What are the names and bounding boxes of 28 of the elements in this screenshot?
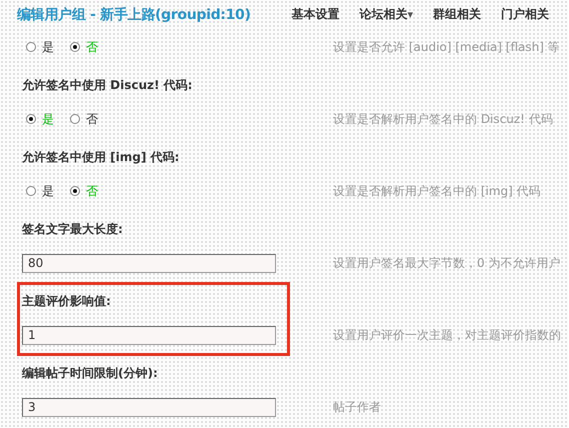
nav-tab[interactable]: 群组相关	[433, 6, 481, 23]
setting-label: 编辑帖子时间限制(分钟):	[22, 364, 159, 382]
radio-label[interactable]: 是	[42, 38, 54, 56]
setting-hint: 设置用户签名最大字节数，0 为不允许用户	[333, 254, 560, 272]
setting-hint: 设置是否解析用户签名中的 Discuz! 代码	[333, 110, 553, 128]
radio-label[interactable]: 否	[86, 110, 98, 128]
setting-label: 允许签名中使用 [img] 代码:	[22, 148, 180, 166]
radio-button[interactable]	[26, 42, 36, 52]
radio-button[interactable]	[26, 186, 36, 196]
input-field[interactable]: 1	[22, 326, 276, 344]
setting-hint: 帖子作者	[333, 398, 381, 416]
setting-hint: 设置用户评价一次主题，对主题评价指数的	[333, 326, 561, 344]
radio-button[interactable]	[70, 42, 80, 52]
input-field[interactable]: 80	[22, 254, 276, 272]
setting-label: 允许签名中使用 Discuz! 代码:	[22, 76, 194, 94]
setting-label: 主题评价影响值:	[22, 292, 112, 310]
nav-tab[interactable]: 论坛相关▾	[359, 6, 413, 23]
nav-tab[interactable]: 基本设置	[291, 6, 340, 23]
setting-label: 签名文字最大长度:	[22, 220, 124, 238]
setting-hint: 设置是否解析用户签名中的 [img] 代码	[333, 182, 541, 200]
page-title: 编辑用户组 - 新手上路(groupid:10)	[17, 6, 252, 24]
radio-button[interactable]	[70, 186, 80, 196]
nav-tab[interactable]: 门户相关	[501, 6, 549, 23]
radio-button[interactable]	[70, 114, 80, 124]
input-field[interactable]: 3	[22, 398, 276, 416]
radio-button[interactable]	[26, 114, 36, 124]
setting-hint: 设置是否允许 [audio] [media] [flash] 等	[333, 38, 560, 56]
radio-label[interactable]: 是	[42, 182, 54, 200]
